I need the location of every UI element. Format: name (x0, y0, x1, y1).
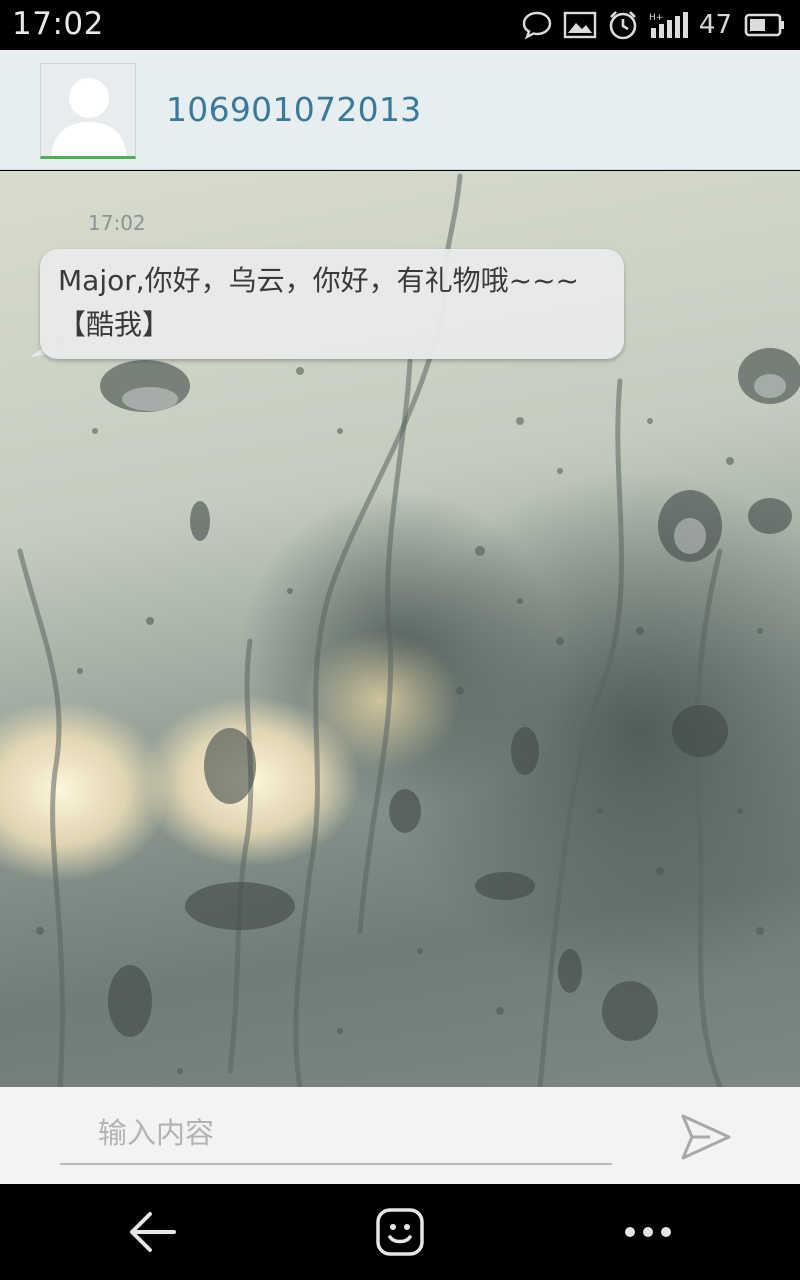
more-button[interactable] (618, 1204, 678, 1260)
status-bar: 17:02 H+ 47 (0, 0, 800, 50)
person-silhouette-icon (41, 64, 135, 156)
battery-icon (744, 12, 786, 38)
message-text: Major,你好，乌云，你好，有礼物哦~~~【酷我】 (58, 264, 580, 341)
message-bubble[interactable]: Major,你好，乌云，你好，有礼物哦~~~【酷我】 (40, 249, 624, 359)
navigation-bar (0, 1184, 800, 1280)
message-composer (0, 1087, 800, 1184)
alarm-clock-icon (607, 9, 639, 41)
conversation-area[interactable]: 17:02 Major,你好，乌云，你好，有礼物哦~~~【酷我】 (0, 171, 800, 1087)
emoji-button[interactable] (370, 1204, 430, 1260)
message-timestamp: 17:02 (88, 211, 146, 235)
back-arrow-icon (130, 1212, 176, 1252)
send-arrow-icon (681, 1114, 731, 1160)
signal-icon: H+ (649, 10, 689, 40)
contact-avatar[interactable] (40, 63, 136, 159)
image-icon (563, 11, 597, 39)
conversation-header: 106901072013 (0, 50, 800, 170)
battery-percentage: 47 (698, 10, 732, 40)
svg-text:H+: H+ (649, 13, 663, 23)
send-button[interactable] (676, 1109, 736, 1165)
status-icons: H+ 47 (521, 0, 786, 50)
status-time: 17:02 (12, 6, 104, 42)
message-input[interactable] (60, 1103, 612, 1165)
emoji-icon (376, 1208, 424, 1256)
chat-bubble-icon (521, 10, 553, 40)
more-dots-icon (625, 1227, 671, 1237)
back-button[interactable] (122, 1204, 182, 1260)
contact-name[interactable]: 106901072013 (166, 90, 422, 129)
